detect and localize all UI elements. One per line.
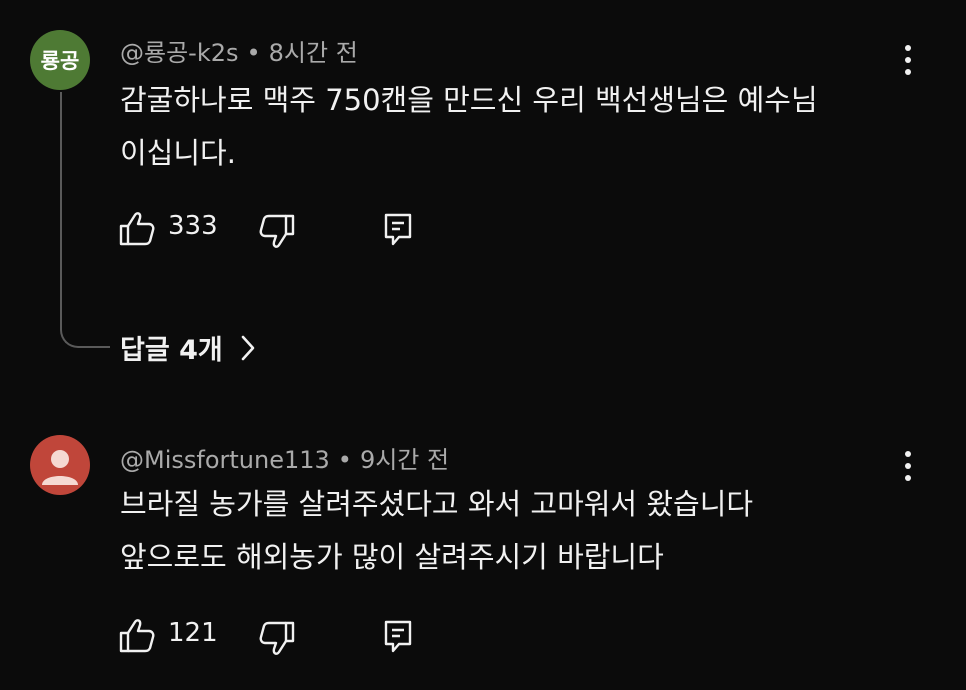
comment-text: 브라질 농가를 살려주셨다고 와서 고마워서 왔습니다 앞으로도 해외농가 많이… xyxy=(120,478,753,584)
timestamp[interactable]: 9시간 전 xyxy=(360,446,449,474)
comment-actions: 121 xyxy=(118,616,438,656)
more-options-icon[interactable] xyxy=(892,446,922,486)
view-replies-button[interactable]: 답글 4개 xyxy=(120,328,255,367)
comment-text: 감굴하나로 맥주 750캔을 만드신 우리 백선생님은 예수님 이십니다. xyxy=(120,74,818,180)
thumbs-down-icon[interactable] xyxy=(258,213,296,249)
comment-actions: 333 xyxy=(118,209,438,249)
avatar[interactable]: 룡공 xyxy=(30,30,90,90)
default-user-icon xyxy=(42,450,78,485)
comment-line: 이십니다. xyxy=(120,136,236,170)
comment-line: 브라질 농가를 살려주셨다고 와서 고마워서 왔습니다 xyxy=(120,487,754,521)
replies-label: 답글 4개 xyxy=(120,335,223,366)
chevron-right-icon xyxy=(241,335,255,360)
avatar[interactable] xyxy=(30,435,90,495)
like-count: 121 xyxy=(168,618,218,648)
thread-line xyxy=(60,92,110,348)
reply-icon[interactable] xyxy=(382,618,414,654)
timestamp[interactable]: 8시간 전 xyxy=(269,39,358,67)
comment-line: 앞으로도 해외농가 많이 살려주시기 바랍니다 xyxy=(120,540,664,574)
comment-line: 감굴하나로 맥주 750캔을 만드신 우리 백선생님은 예수님 xyxy=(120,83,818,117)
author-name[interactable]: @룡공-k2s xyxy=(120,39,239,67)
more-options-icon[interactable] xyxy=(892,40,922,80)
comment-meta: @룡공-k2s • 8시간 전 xyxy=(120,33,358,68)
comment-meta: @Missfortune113 • 9시간 전 xyxy=(120,440,449,475)
author-name[interactable]: @Missfortune113 xyxy=(120,446,330,474)
separator-dot: • xyxy=(337,446,352,474)
thumbs-down-icon[interactable] xyxy=(258,620,296,656)
thumbs-up-icon[interactable] xyxy=(118,211,156,247)
avatar-initials: 룡공 xyxy=(40,49,80,73)
reply-icon[interactable] xyxy=(382,211,414,247)
thumbs-up-icon[interactable] xyxy=(118,618,156,654)
separator-dot: • xyxy=(246,39,261,67)
like-count: 333 xyxy=(168,211,218,241)
